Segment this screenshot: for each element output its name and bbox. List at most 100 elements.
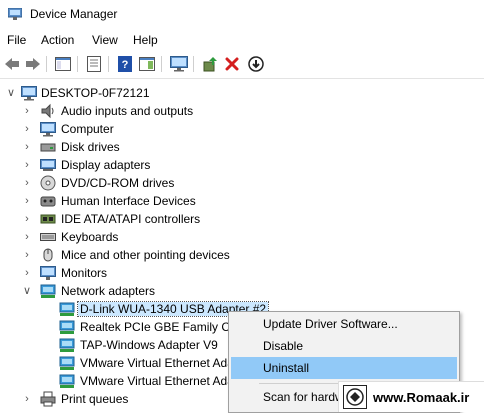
device-label: VMware Virtual Ethernet Ada bbox=[80, 356, 234, 370]
romaak-logo-icon bbox=[343, 385, 367, 409]
tree-item-hid[interactable]: › Human Interface Devices bbox=[0, 192, 484, 210]
toolbar-separator bbox=[46, 56, 47, 72]
network-adapter-icon bbox=[59, 338, 75, 352]
tree-item-ide-controllers[interactable]: › IDE ATA/ATAPI controllers bbox=[0, 210, 484, 228]
action-pane-button[interactable] bbox=[137, 54, 157, 74]
category-label: Network adapters bbox=[61, 284, 156, 298]
console-tree-icon bbox=[139, 57, 155, 71]
printer-icon bbox=[40, 391, 56, 407]
network-adapter-icon bbox=[59, 302, 75, 316]
properties-view-icon bbox=[55, 57, 71, 71]
window-title: Device Manager bbox=[30, 7, 118, 21]
scan-monitor-button[interactable] bbox=[169, 54, 189, 74]
monitor-icon bbox=[40, 266, 56, 280]
device-manager-icon bbox=[8, 8, 22, 20]
show-hide-console-button[interactable] bbox=[53, 54, 73, 74]
expand-chevron-icon[interactable]: › bbox=[22, 140, 32, 154]
expand-chevron-icon[interactable]: › bbox=[22, 176, 32, 190]
tree-item-network-adapters[interactable]: ∨ Network adapters bbox=[0, 282, 484, 300]
menu-action[interactable]: Action bbox=[41, 33, 74, 47]
show-hide-icon bbox=[87, 56, 101, 72]
toolbar-separator bbox=[193, 56, 194, 72]
menu-view[interactable]: View bbox=[92, 33, 118, 47]
expand-chevron-icon[interactable]: › bbox=[22, 122, 32, 136]
category-label: Print queues bbox=[61, 392, 129, 406]
expand-chevron-icon[interactable]: › bbox=[22, 158, 32, 172]
tree-item-dvd-drives[interactable]: › DVD/CD-ROM drives bbox=[0, 174, 484, 192]
collapse-chevron-icon[interactable]: ∨ bbox=[22, 284, 32, 298]
menu-item-label: Update Driver Software... bbox=[263, 317, 398, 331]
toolbar-separator bbox=[77, 56, 78, 72]
network-adapter-icon bbox=[59, 356, 75, 370]
tree-item-monitors[interactable]: › Monitors bbox=[0, 264, 484, 282]
menu-help[interactable]: Help bbox=[133, 33, 158, 47]
computer-icon bbox=[40, 122, 56, 137]
category-label: IDE ATA/ATAPI controllers bbox=[61, 212, 201, 226]
expand-chevron-icon[interactable]: › bbox=[22, 248, 32, 262]
tree-item-mice[interactable]: › Mice and other pointing devices bbox=[0, 246, 484, 264]
device-label: VMware Virtual Ethernet Ada bbox=[80, 374, 234, 388]
menu-item-disable[interactable]: Disable bbox=[231, 335, 457, 357]
network-adapter-icon bbox=[40, 284, 56, 298]
root-label: DESKTOP-0F72121 bbox=[41, 86, 150, 100]
tree-root[interactable]: ∨ DESKTOP-0F72121 bbox=[0, 84, 484, 102]
expand-chevron-icon[interactable]: › bbox=[22, 230, 32, 244]
forward-button[interactable] bbox=[23, 54, 43, 74]
expand-chevron-icon[interactable]: › bbox=[22, 212, 32, 226]
update-driver-icon bbox=[203, 57, 217, 72]
menu-bar: File Action View Help bbox=[0, 30, 484, 50]
category-label: Mice and other pointing devices bbox=[61, 248, 230, 262]
category-label: Computer bbox=[61, 122, 114, 136]
speaker-icon bbox=[41, 103, 54, 119]
expand-chevron-icon[interactable]: › bbox=[22, 392, 32, 406]
category-label: Human Interface Devices bbox=[61, 194, 196, 208]
category-label: DVD/CD-ROM drives bbox=[61, 176, 175, 190]
menu-item-uninstall[interactable]: Uninstall bbox=[231, 357, 457, 379]
back-button[interactable] bbox=[2, 54, 22, 74]
monitor-icon bbox=[170, 56, 188, 72]
help-icon: ? bbox=[118, 56, 132, 72]
update-driver-button[interactable] bbox=[200, 54, 220, 74]
back-icon bbox=[5, 58, 19, 70]
network-adapter-icon bbox=[59, 320, 75, 334]
forward-icon bbox=[26, 58, 40, 70]
display-adapter-icon bbox=[40, 159, 56, 171]
watermark: www.Romaak.ir bbox=[338, 381, 484, 412]
computer-icon bbox=[21, 86, 37, 101]
watermark-text: www.Romaak.ir bbox=[373, 390, 470, 405]
menu-item-label: Scan for hardw bbox=[263, 390, 344, 404]
toolbar-separator bbox=[161, 56, 162, 72]
tree-item-audio[interactable]: › Audio inputs and outputs bbox=[0, 102, 484, 120]
mouse-icon bbox=[43, 248, 53, 262]
expand-chevron-icon[interactable]: › bbox=[22, 194, 32, 208]
category-label: Display adapters bbox=[61, 158, 151, 172]
dvd-drive-icon bbox=[40, 175, 56, 191]
tree-item-computer[interactable]: › Computer bbox=[0, 120, 484, 138]
tree-item-display-adapters[interactable]: › Display adapters bbox=[0, 156, 484, 174]
menu-file[interactable]: File bbox=[7, 33, 26, 47]
device-label: Realtek PCIe GBE Family Con bbox=[80, 320, 244, 334]
collapse-chevron-icon[interactable]: ∨ bbox=[6, 86, 16, 100]
device-label: TAP-Windows Adapter V9 bbox=[80, 338, 218, 352]
scan-hardware-button[interactable] bbox=[246, 54, 266, 74]
category-label: Audio inputs and outputs bbox=[61, 104, 194, 118]
category-label: Keyboards bbox=[61, 230, 119, 244]
properties-button[interactable] bbox=[84, 54, 104, 74]
scan-hardware-icon bbox=[248, 56, 264, 72]
expand-chevron-icon[interactable]: › bbox=[22, 266, 32, 280]
tree-item-keyboards[interactable]: › Keyboards bbox=[0, 228, 484, 246]
toolbar: ? bbox=[0, 50, 484, 79]
toolbar-separator bbox=[108, 56, 109, 72]
category-label: Monitors bbox=[61, 266, 108, 280]
menu-item-label: Uninstall bbox=[263, 361, 310, 375]
tree-item-disk-drives[interactable]: › Disk drives bbox=[0, 138, 484, 156]
svg-text:?: ? bbox=[122, 59, 129, 71]
help-button[interactable]: ? bbox=[115, 54, 135, 74]
uninstall-button[interactable] bbox=[222, 54, 242, 74]
title-bar: Device Manager bbox=[0, 0, 484, 30]
expand-chevron-icon[interactable]: › bbox=[22, 104, 32, 118]
menu-item-update-driver[interactable]: Update Driver Software... bbox=[231, 313, 457, 335]
hid-icon bbox=[40, 196, 56, 207]
uninstall-icon bbox=[225, 57, 239, 71]
keyboard-icon bbox=[40, 233, 56, 241]
